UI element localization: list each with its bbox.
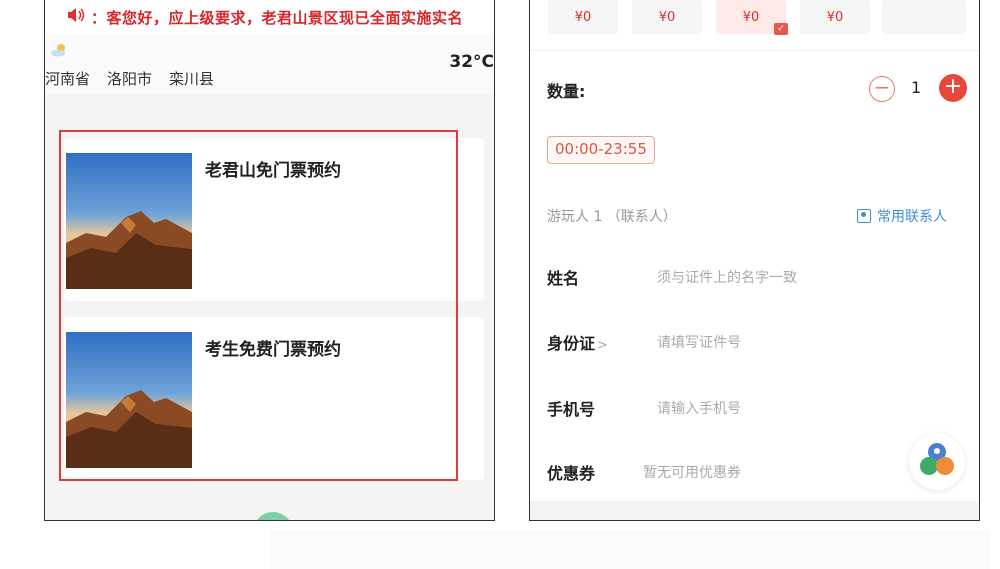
common-contacts-label: 常用联系人	[877, 209, 947, 225]
common-contacts-link[interactable]: 常用联系人	[857, 206, 947, 226]
id-card-input[interactable]: 请填写证件号	[657, 332, 741, 352]
ticket-card-student-free[interactable]: 考生免费门票预约	[64, 317, 484, 480]
chevron-right-icon: >	[597, 338, 608, 353]
visitor-label: 游玩人 1 （联系人）	[547, 209, 677, 225]
price-option-selected[interactable]: ¥0 ✓	[716, 0, 788, 35]
right-phone-screen: ¥0 ¥0 ¥0 ✓ ¥0 数量: − 1 + 00:00-23:55 游玩人 …	[529, 0, 980, 521]
phone-label: 手机号	[547, 400, 596, 419]
region-selector[interactable]: 河南省 洛阳市 栾川县	[45, 68, 214, 89]
ticket-title: 老君山免门票预约	[205, 161, 341, 181]
left-phone-screen: ：客您好，应上级要求，老君山景区现已全面实施实名 32°C 河南省 洛阳市 栾川…	[44, 0, 495, 521]
divider	[530, 50, 979, 51]
mountain-sunrise-photo	[66, 153, 192, 289]
region-province[interactable]: 河南省	[45, 68, 90, 89]
phone-field-row: 手机号 请输入手机号	[547, 396, 967, 426]
region-city[interactable]: 洛阳市	[107, 68, 152, 89]
minus-circle-icon[interactable]: −	[869, 76, 895, 102]
quantity-label: 数量:	[547, 82, 586, 101]
cloud-sun-icon	[50, 42, 70, 57]
colorful-circles-icon	[920, 443, 954, 475]
coupon-field-row[interactable]: 优惠券 暂无可用优惠券	[547, 460, 967, 490]
ticket-card-free-admission[interactable]: 老君山免门票预约	[64, 138, 484, 301]
contact-card-icon	[857, 209, 871, 223]
ticket-list: 老君山免门票预约 考生免费门票预约	[45, 94, 494, 520]
price-option[interactable]: ¥0	[800, 0, 870, 34]
name-input[interactable]: 须与证件上的名字一致	[657, 267, 797, 287]
id-card-selector[interactable]: 身份证 >	[547, 330, 608, 354]
coupon-label: 优惠券	[547, 464, 596, 483]
bottom-strip	[530, 501, 979, 520]
location-bar: 32°C 河南省 洛阳市 栾川县	[45, 38, 494, 94]
price-option[interactable]	[882, 0, 966, 34]
name-label: 姓名	[547, 269, 580, 288]
time-slot-tag[interactable]: 00:00-23:55	[547, 136, 655, 164]
background-strip	[270, 530, 990, 569]
id-card-field-row: 身份证 > 请填写证件号	[547, 330, 967, 360]
notice-bar[interactable]: ：客您好，应上级要求，老君山景区现已全面实施实名	[45, 0, 494, 34]
speaker-icon	[67, 8, 85, 26]
price-option[interactable]: ¥0	[632, 0, 702, 34]
coupon-status: 暂无可用优惠券	[643, 465, 741, 481]
temperature: 32°C	[449, 52, 494, 72]
price-option[interactable]: ¥0	[548, 0, 618, 34]
phone-input[interactable]: 请输入手机号	[657, 398, 741, 418]
floating-service-button[interactable]	[909, 434, 965, 490]
price-options: ¥0 ¥0 ¥0 ✓ ¥0	[530, 0, 979, 36]
name-field-row: 姓名 须与证件上的名字一致	[547, 265, 967, 295]
region-county[interactable]: 栾川县	[169, 68, 214, 89]
notice-text: ：客您好，应上级要求，老君山景区现已全面实施实名	[91, 8, 464, 27]
plus-circle-icon[interactable]: +	[939, 74, 967, 102]
mountain-sunrise-photo	[66, 332, 192, 468]
ticket-title: 考生免费门票预约	[205, 340, 341, 360]
quantity-value: 1	[911, 78, 922, 97]
check-icon: ✓	[774, 23, 788, 35]
